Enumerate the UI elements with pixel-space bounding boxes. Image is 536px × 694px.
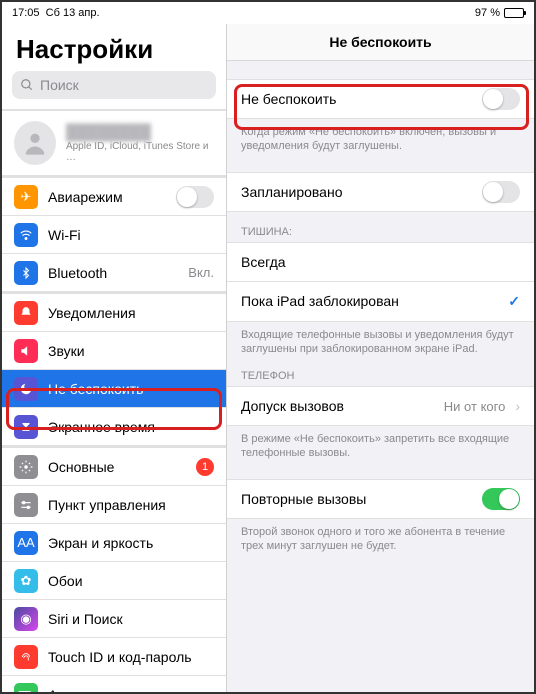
scheduled-toggle[interactable] [482,181,520,203]
moon-icon [14,377,38,401]
status-date: Сб 13 апр. [46,7,100,19]
sidebar-item-airplane[interactable]: ✈ Авиарежим [2,178,226,216]
siri-icon: ◉ [14,607,38,631]
status-time: 17:05 [12,7,40,19]
battery-icon [14,683,38,693]
account-name: ████████ [66,124,214,141]
silence-note: Входящие телефонные вызовы и уведомления… [227,322,534,357]
search-icon [20,78,34,92]
sidebar: Настройки Поиск ████████ Apple ID, iClou… [2,24,227,692]
silence-always-row[interactable]: Всегда [227,242,534,282]
battery-icon [504,8,524,18]
sidebar-item-bluetooth[interactable]: Bluetooth Вкл. [2,254,226,292]
silence-locked-row[interactable]: Пока iPad заблокирован ✓ [227,282,534,322]
sidebar-item-display[interactable]: AA Экран и яркость [2,524,226,562]
fingerprint-icon [14,645,38,669]
phone-header: ТЕЛЕФОН [227,356,534,386]
detail-title: Не беспокоить [227,24,534,61]
sidebar-item-notifications[interactable]: Уведомления [2,294,226,332]
airplane-toggle[interactable] [176,186,214,208]
account-subtitle: Apple ID, iCloud, iTunes Store и … [66,141,214,163]
sidebar-item-sounds[interactable]: Звуки [2,332,226,370]
battery-percent: 97 % [475,7,500,19]
dnd-toggle-row[interactable]: Не беспокоить [227,79,534,119]
wifi-icon [14,223,38,247]
dnd-note: Когда режим «Не беспокоить» включен, выз… [227,119,534,154]
repeated-note: Второй звонок одного и того же абонента … [227,519,534,554]
allow-note: В режиме «Не беспокоить» запретить все в… [227,426,534,461]
flower-icon: ✿ [14,569,38,593]
sidebar-item-touchid[interactable]: Touch ID и код-пароль [2,638,226,676]
sidebar-item-siri[interactable]: ◉ Siri и Поиск [2,600,226,638]
avatar [14,121,56,165]
account-row[interactable]: ████████ Apple ID, iCloud, iTunes Store … [2,110,226,176]
scheduled-row[interactable]: Запланировано [227,172,534,212]
allow-calls-row[interactable]: Допуск вызовов Ни от кого › [227,386,534,426]
speaker-icon [14,339,38,363]
sidebar-item-controlcenter[interactable]: Пункт управления [2,486,226,524]
search-input[interactable]: Поиск [12,71,216,99]
page-title: Настройки [2,24,226,71]
gear-icon [14,455,38,479]
airplane-icon: ✈ [14,185,38,209]
check-icon: ✓ [508,293,520,310]
sidebar-item-dnd[interactable]: Не беспокоить [2,370,226,408]
repeated-toggle[interactable] [482,488,520,510]
badge: 1 [196,458,214,476]
status-bar: 17:05 Сб 13 апр. 97 % [2,2,534,24]
sidebar-item-general[interactable]: Основные 1 [2,448,226,486]
sliders-icon [14,493,38,517]
hourglass-icon: ⧗ [14,415,38,439]
repeated-calls-row[interactable]: Повторные вызовы [227,479,534,519]
sidebar-item-wallpaper[interactable]: ✿ Обои [2,562,226,600]
sidebar-item-battery[interactable]: Аккумулятор [2,676,226,692]
sidebar-item-wifi[interactable]: Wi-Fi [2,216,226,254]
detail-pane: Не беспокоить Не беспокоить Когда режим … [227,24,534,692]
bluetooth-icon [14,261,38,285]
dnd-toggle[interactable] [482,88,520,110]
sidebar-item-screentime[interactable]: ⧗ Экранное время [2,408,226,446]
chevron-right-icon: › [515,398,520,414]
bell-icon [14,301,38,325]
silence-header: ТИШИНА: [227,212,534,242]
brightness-icon: AA [14,531,38,555]
